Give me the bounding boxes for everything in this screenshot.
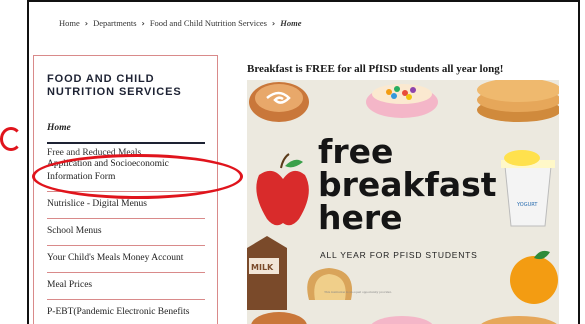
breadcrumb: Home › Departments › Food and Child Nutr… — [59, 18, 301, 28]
sidebar-title: FOOD AND CHILD NUTRITION SERVICES — [47, 73, 182, 98]
orange-icon — [510, 250, 558, 304]
breakfast-headline: Breakfast is FREE for all PfISD students… — [247, 63, 504, 75]
poster-line-breakfast: breakfast — [318, 165, 497, 204]
milk-label: MILK — [251, 263, 274, 272]
apple-icon — [256, 153, 309, 226]
cinnamon-roll-icon — [249, 82, 309, 122]
poster-line-free: free — [318, 132, 394, 171]
poster-free-breakfast-text: free breakfast here — [318, 135, 497, 234]
pancakes-icon — [477, 80, 559, 122]
chevron-right-icon: › — [84, 18, 89, 28]
second-poster-illustrations — [251, 312, 557, 324]
toast-icon — [307, 268, 353, 300]
browser-content-frame: Home › Departments › Food and Child Nutr… — [27, 0, 580, 324]
free-breakfast-poster: YOGURT MILK free breakfast here ALL YEAR… — [247, 80, 559, 310]
sidebar-item-p-ebt[interactable]: P-EBT(Pandemic Electronic Benefits — [47, 300, 205, 324]
sidebar-item-school-menus[interactable]: School Menus — [47, 219, 205, 246]
chevron-right-icon: › — [271, 18, 276, 28]
breadcrumb-departments-link[interactable]: Departments — [93, 18, 136, 28]
sidebar-item-home[interactable]: Home — [47, 114, 205, 144]
breadcrumb-current: Home — [280, 18, 302, 28]
yogurt-icon: YOGURT — [501, 150, 555, 227]
poster-fine-print: This institution is an equal opportunity… — [324, 290, 392, 294]
milk-carton-icon: MILK — [247, 236, 287, 310]
yogurt-label: YOGURT — [516, 202, 538, 208]
cereal-bowl-icon — [366, 84, 438, 118]
chevron-right-icon: › — [141, 18, 145, 28]
poster-subtitle: ALL YEAR FOR PFISD STUDENTS — [320, 250, 478, 260]
poster-line-here: here — [318, 198, 403, 237]
breadcrumb-home-link[interactable]: Home — [59, 18, 80, 28]
breadcrumb-nutrition-link[interactable]: Food and Child Nutrition Services — [150, 18, 267, 28]
sidebar-item-meals-money-account[interactable]: Your Child's Meals Money Account — [47, 246, 205, 273]
second-poster-preview — [247, 310, 559, 324]
annotation-red-oval — [32, 154, 243, 199]
sidebar-nav: Home Free and Reduced Meals Application … — [47, 114, 205, 324]
sidebar-item-meal-prices[interactable]: Meal Prices — [47, 273, 205, 300]
annotation-red-arc — [0, 127, 22, 151]
